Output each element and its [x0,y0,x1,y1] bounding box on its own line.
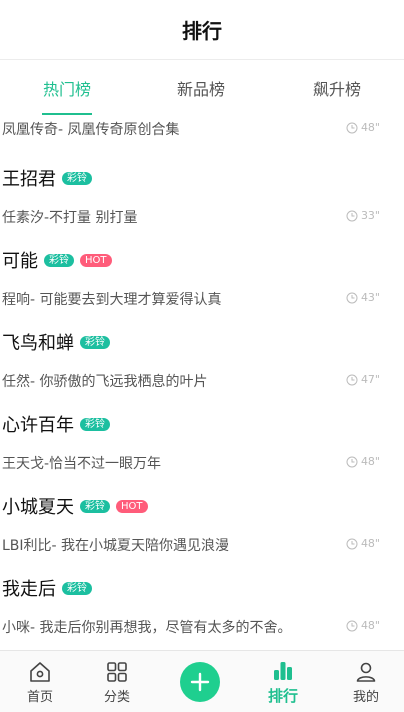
cailing-badge: 彩铃 [62,581,92,595]
cailing-badge: 彩铃 [44,253,74,267]
list-item[interactable]: 可能 彩铃 HOT 程响- 可能要去到大理才算爱得认真 43" [0,247,404,329]
nav-me[interactable]: 我的 [326,651,404,712]
bottom-nav: 首页 分类 排行 我的 [0,650,404,712]
song-duration: 33" [346,209,380,222]
plus-icon [190,672,210,692]
song-duration: 48" [346,537,380,550]
nav-rank[interactable]: 排行 [243,651,323,712]
song-subtitle: 王天戈-恰当不过一眼万年 [2,456,162,472]
clock-icon [346,292,358,303]
song-name: 我走后 [2,579,56,600]
add-button-circle [180,662,220,702]
cailing-badge: 彩铃 [62,171,92,185]
cailing-badge: 彩铃 [80,335,110,349]
nav-home[interactable]: 首页 [0,651,80,712]
nav-label: 我的 [352,689,379,705]
nav-add-button[interactable] [160,651,240,712]
page-title: 排行 [182,19,222,43]
top-bar: 排行 [0,0,404,60]
tab-hot[interactable]: 热门榜 [0,61,134,115]
song-name: 小城夏天 [2,497,74,518]
nav-label: 分类 [103,689,130,705]
song-name: 飞鸟和蝉 [2,333,74,354]
clock-icon [346,620,358,631]
song-subtitle: LBI利比- 我在小城夏天陪你遇见浪漫 [2,538,230,554]
song-subtitle: 任然- 你骄傲的飞远我栖息的叶片 [2,374,208,390]
list-item[interactable]: 小城夏天 彩铃 HOT LBI利比- 我在小城夏天陪你遇见浪漫 48" [0,493,404,575]
rank-tabs: 热门榜 新品榜 飙升榜 [0,61,404,115]
clock-icon [346,456,358,467]
nav-label: 首页 [26,689,53,705]
list-item[interactable]: 心许百年 彩铃 王天戈-恰当不过一眼万年 48" [0,411,404,493]
song-duration: 43" [346,291,380,304]
song-duration: 48" [346,121,380,134]
list-item[interactable]: 我走后 彩铃 小咪- 我走后你别再想我，尽管有太多的不舍。 48" [0,575,404,651]
nav-label: 排行 [267,686,298,705]
home-icon [30,661,50,682]
nav-category[interactable]: 分类 [77,651,157,712]
song-duration: 47" [346,373,380,386]
hot-badge: HOT [116,499,148,513]
tab-label: 飙升榜 [312,80,361,99]
list-item[interactable]: 飞鸟和蝉 彩铃 任然- 你骄傲的飞远我栖息的叶片 47" [0,329,404,411]
song-subtitle: 任素汐-不打量 别打量 [2,210,138,226]
song-duration: 48" [346,455,380,468]
clock-icon [346,538,358,549]
tab-label: 新品榜 [176,80,225,99]
cailing-badge: 彩铃 [80,499,110,513]
tab-label: 热门榜 [42,80,91,99]
user-icon [356,662,376,682]
song-list[interactable]: 凤凰传奇- 凤凰传奇原创合集 48" 王招君 彩铃 任素汐-不打量 别打量 33… [0,115,404,651]
song-subtitle: 小咪- 我走后你别再想我，尽管有太多的不舍。 [2,620,292,636]
hot-badge: HOT [80,253,112,267]
song-name: 可能 [2,251,38,272]
song-name: 王招君 [2,169,56,190]
song-name: 心许百年 [2,415,74,436]
rank-bars-icon [274,661,292,680]
list-item[interactable]: 王招君 彩铃 任素汐-不打量 别打量 33" [0,165,404,247]
clock-icon [346,210,358,221]
song-duration: 48" [346,619,380,632]
song-subtitle: 凤凰传奇- 凤凰传奇原创合集 [2,122,180,138]
tab-rising[interactable]: 飙升榜 [270,61,404,115]
grid-icon [107,661,127,682]
cailing-badge: 彩铃 [80,417,110,431]
clock-icon [346,374,358,385]
clock-icon [346,122,358,133]
tab-new[interactable]: 新品榜 [134,61,268,115]
song-subtitle: 程响- 可能要去到大理才算爱得认真 [2,292,222,308]
